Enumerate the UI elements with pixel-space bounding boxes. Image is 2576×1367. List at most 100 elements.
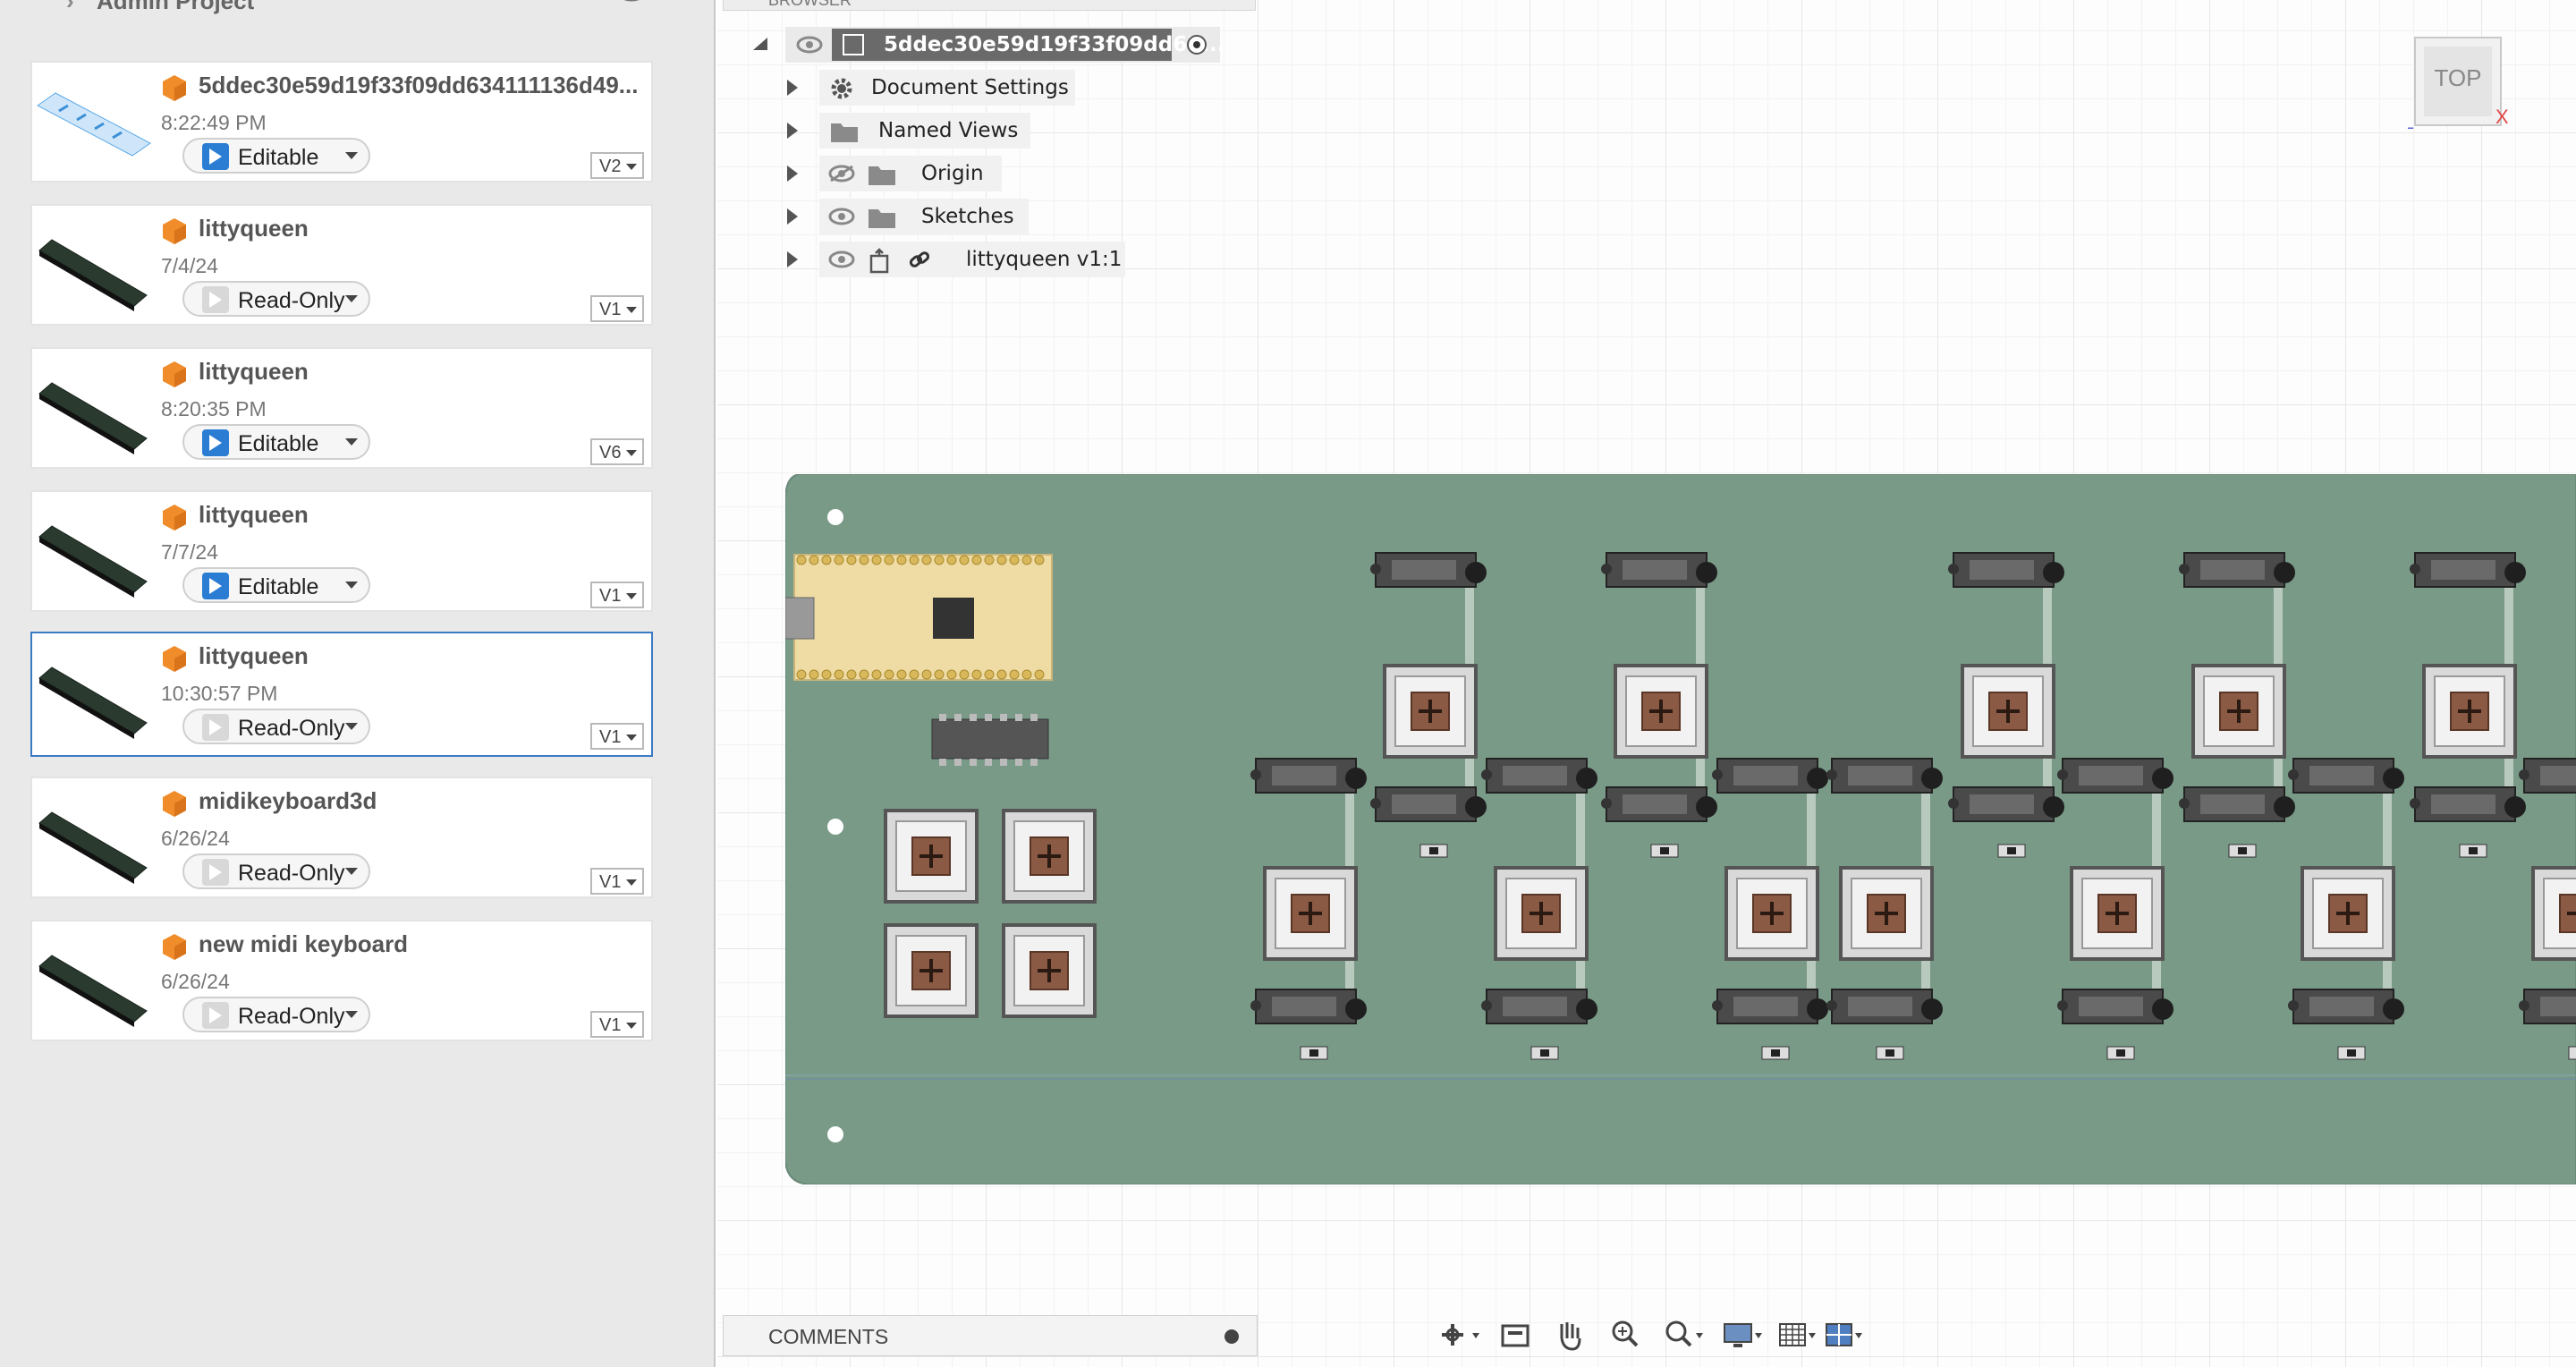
design-title[interactable]: 5ddec30e59d19f33f09dd634111136d49... (199, 72, 646, 99)
expand-icon[interactable] (787, 208, 798, 225)
access-dropdown[interactable]: Read-Only (182, 997, 370, 1032)
pin-pad (946, 555, 957, 565)
eye-hidden-icon[interactable] (828, 165, 855, 183)
viewports-icon[interactable] (1819, 1312, 1869, 1358)
hotswap-socket (2410, 552, 2526, 588)
access-dropdown[interactable]: Read-Only (182, 281, 370, 317)
hotswap-socket (1250, 989, 1367, 1024)
browser-row[interactable]: Origin (787, 156, 1002, 191)
design-card[interactable]: new midi keyboard 6/26/24 Read-Only V1 (30, 920, 653, 1041)
design-card[interactable]: midikeyboard3d 6/26/24 Read-Only V1 (30, 777, 653, 898)
browser-row[interactable]: Sketches (787, 199, 1029, 234)
project-name[interactable]: Admin Project (97, 0, 254, 15)
chevron-down-icon (626, 879, 637, 886)
collapse-icon[interactable] (753, 38, 767, 50)
hotswap-socket (1948, 786, 2064, 822)
design-thumbnail[interactable] (32, 356, 154, 462)
eye-icon[interactable] (615, 0, 648, 9)
version-dropdown[interactable]: V6 (590, 438, 644, 465)
design-title[interactable]: littyqueen (199, 642, 646, 670)
add-comment-icon[interactable] (1224, 1329, 1239, 1344)
design-title[interactable]: littyqueen (199, 215, 646, 242)
key-switch (1002, 809, 1097, 904)
chevron-down-icon (345, 438, 358, 446)
version-dropdown[interactable]: V1 (590, 582, 644, 608)
pin-pad (1009, 669, 1020, 680)
view-cube[interactable]: TOP Y X Z (2408, 34, 2508, 129)
design-thumbnail[interactable] (32, 499, 154, 605)
ic-pin (970, 759, 977, 766)
version-dropdown[interactable]: V1 (590, 1011, 644, 1038)
design-title[interactable]: littyqueen (199, 358, 646, 386)
design-card[interactable]: littyqueen 10:30:57 PM Read-Only V1 (30, 632, 653, 757)
access-dropdown[interactable]: Editable (182, 138, 370, 174)
expand-icon[interactable] (787, 80, 798, 96)
look-at-icon[interactable] (1490, 1312, 1540, 1358)
cube-icon (163, 218, 186, 244)
version-label: V1 (599, 727, 622, 747)
version-dropdown[interactable]: V2 (590, 152, 644, 179)
expand-icon[interactable] (787, 166, 798, 182)
pcb-model[interactable] (785, 474, 2576, 1184)
hotswap-socket (2519, 989, 2576, 1024)
eye-icon[interactable] (796, 36, 823, 54)
access-dropdown[interactable]: Editable (182, 567, 370, 603)
pin-pad (1034, 669, 1045, 680)
design-card[interactable]: littyqueen 7/4/24 Read-Only V1 (30, 204, 653, 326)
fit-icon[interactable] (1657, 1312, 1707, 1358)
design-date: 7/7/24 (161, 540, 218, 564)
design-thumbnail[interactable] (32, 213, 154, 318)
diode (1997, 844, 2026, 858)
browser-row[interactable]: Document Settings (787, 70, 1075, 106)
key-switch (1263, 866, 1358, 961)
display-settings-icon[interactable] (1717, 1312, 1767, 1358)
browser-row[interactable]: Named Views (787, 113, 1030, 149)
design-thumbnail[interactable] (32, 929, 154, 1034)
ic-pin (939, 714, 946, 721)
browser-item-label: Named Views (878, 119, 1019, 142)
version-dropdown[interactable]: V1 (590, 295, 644, 322)
design-thumbnail[interactable] (32, 70, 154, 175)
access-dropdown[interactable]: Read-Only (182, 853, 370, 889)
design-title[interactable]: new midi keyboard (199, 930, 646, 958)
expand-icon[interactable] (787, 123, 798, 139)
design-card[interactable]: littyqueen 8:20:35 PM Editable V6 (30, 347, 653, 469)
pan-icon[interactable] (1546, 1312, 1596, 1358)
pin-pad (959, 669, 970, 680)
pin-pad (809, 555, 819, 565)
pin-pad (971, 555, 982, 565)
read-only-icon (202, 1002, 229, 1029)
cube-icon (163, 791, 186, 817)
design-thumbnail[interactable] (32, 641, 154, 746)
design-thumbnail[interactable] (32, 785, 154, 891)
access-dropdown[interactable]: Read-Only (182, 709, 370, 744)
activate-radio-icon[interactable] (1186, 34, 1208, 55)
hotswap-socket (2179, 786, 2295, 822)
ic-pin (1015, 759, 1022, 766)
hotswap-socket (2519, 758, 2576, 794)
browser-row[interactable]: littyqueen v1:1 (787, 242, 1125, 277)
design-title[interactable]: midikeyboard3d (199, 787, 646, 815)
comments-bar[interactable]: COMMENTS (723, 1315, 1258, 1356)
hotswap-socket (2057, 758, 2174, 794)
grid-icon[interactable] (1773, 1312, 1823, 1358)
browser-root-row[interactable]: 5ddec30e59d19f33f09dd63... (785, 27, 1224, 63)
version-dropdown[interactable]: V1 (590, 868, 644, 895)
eye-icon[interactable] (828, 250, 855, 268)
pin-pad (1021, 669, 1032, 680)
hotswap-socket (1370, 786, 1487, 822)
eye-icon[interactable] (828, 208, 855, 225)
browser-header[interactable]: BROWSER (723, 0, 1256, 11)
ic-pin (985, 759, 992, 766)
orbit-icon[interactable] (1433, 1312, 1483, 1358)
chevron-right-icon: › (66, 0, 74, 14)
design-title[interactable]: littyqueen (199, 501, 646, 529)
design-card[interactable]: 5ddec30e59d19f33f09dd634111136d49... 8:2… (30, 61, 653, 183)
design-card[interactable]: littyqueen 7/7/24 Editable V1 (30, 490, 653, 612)
expand-icon[interactable] (787, 251, 798, 267)
zoom-icon[interactable] (1601, 1312, 1651, 1358)
version-dropdown[interactable]: V1 (590, 723, 644, 750)
chevron-down-icon (345, 868, 358, 875)
access-dropdown[interactable]: Editable (182, 424, 370, 460)
home-icon[interactable] (32, 0, 54, 9)
